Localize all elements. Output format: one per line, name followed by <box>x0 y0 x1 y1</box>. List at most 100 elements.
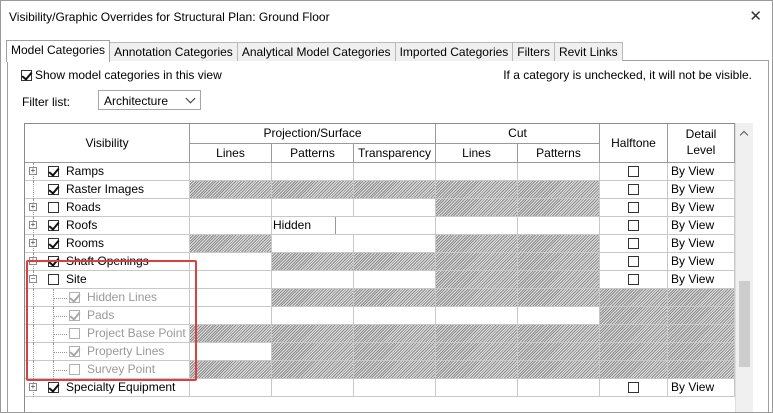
tab-annotation-categories[interactable]: Annotation Categories <box>109 42 238 61</box>
halftone-cell[interactable] <box>600 163 668 180</box>
halftone-checkbox[interactable] <box>628 274 639 285</box>
table-row[interactable]: + Rooms By View <box>25 235 735 253</box>
close-icon[interactable]: ✕ <box>749 7 762 25</box>
override-cell-cut-lines[interactable] <box>436 217 518 234</box>
override-cell-patterns[interactable]: Hidden <box>272 217 336 234</box>
expand-icon[interactable]: + <box>29 383 37 391</box>
override-cell-transparency[interactable] <box>354 235 436 252</box>
filter-list-select[interactable]: Architecture <box>98 90 201 110</box>
halftone-checkbox[interactable] <box>628 256 639 267</box>
override-cell-lines[interactable] <box>190 271 272 288</box>
override-cell-transparency[interactable] <box>354 307 436 324</box>
visibility-checkbox[interactable] <box>48 382 59 393</box>
tab-revit-links[interactable]: Revit Links <box>553 42 623 61</box>
scroll-up-icon[interactable] <box>739 130 749 140</box>
halftone-cell[interactable] <box>600 253 668 270</box>
dialog-title: Visibility/Graphic Overrides for Structu… <box>9 10 330 24</box>
override-cell-patterns[interactable] <box>272 163 354 180</box>
override-cell-lines[interactable] <box>190 199 272 216</box>
col-proj-patterns[interactable]: Patterns <box>272 144 354 163</box>
expand-icon[interactable]: + <box>29 203 37 211</box>
col-cut-lines[interactable]: Lines <box>436 144 518 163</box>
halftone-cell[interactable] <box>600 181 668 198</box>
override-cell-transparency[interactable] <box>354 379 436 396</box>
override-cell-patterns[interactable] <box>272 307 354 324</box>
vertical-scrollbar[interactable] <box>735 123 753 412</box>
visibility-checkbox[interactable] <box>48 238 59 249</box>
detail-level-cell[interactable]: By View <box>668 181 735 198</box>
tab-model-categories[interactable]: Model Categories <box>6 40 111 62</box>
override-cell-transparency[interactable] <box>354 217 436 234</box>
halftone-checkbox[interactable] <box>628 382 639 393</box>
override-cell-cut-lines[interactable] <box>436 307 518 324</box>
detail-level-cell[interactable]: By View <box>668 217 735 234</box>
visibility-checkbox[interactable] <box>48 184 59 195</box>
override-cell-transparency[interactable] <box>354 271 436 288</box>
override-cell-lines[interactable] <box>190 217 272 234</box>
visibility-checkbox[interactable] <box>48 166 59 177</box>
tab-analytical-model-categories[interactable]: Analytical Model Categories <box>236 42 396 61</box>
detail-level-cell[interactable]: By View <box>668 253 735 270</box>
tab-imported-categories[interactable]: Imported Categories <box>394 42 514 61</box>
override-cell-lines <box>190 235 272 252</box>
expand-icon[interactable]: + <box>29 167 37 175</box>
halftone-checkbox[interactable] <box>628 202 639 213</box>
detail-level-value: By View <box>671 236 715 250</box>
override-cell-patterns[interactable] <box>272 235 354 252</box>
col-detail-level[interactable]: Detail Level <box>668 124 735 163</box>
halftone-cell <box>600 361 668 378</box>
override-cell-lines[interactable] <box>190 163 272 180</box>
override-cell-lines[interactable] <box>190 307 272 324</box>
highlight-box <box>26 260 197 381</box>
expand-icon[interactable]: + <box>29 221 37 229</box>
tab-filters[interactable]: Filters <box>512 42 555 61</box>
detail-level-cell[interactable]: By View <box>668 199 735 216</box>
col-halftone[interactable]: Halftone <box>600 124 668 163</box>
override-cell-patterns[interactable] <box>272 271 354 288</box>
override-cell-lines[interactable] <box>190 379 272 396</box>
override-cell-transparency[interactable] <box>354 163 436 180</box>
table-row[interactable]: + Roofs Hidden By View <box>25 217 735 235</box>
detail-level-value: By View <box>671 164 715 178</box>
halftone-cell[interactable] <box>600 199 668 216</box>
halftone-checkbox[interactable] <box>628 184 639 195</box>
visibility-checkbox[interactable] <box>48 220 59 231</box>
halftone-cell[interactable] <box>600 235 668 252</box>
table-row[interactable]: + Roads By View <box>25 199 735 217</box>
scrollbar-thumb[interactable] <box>739 281 750 367</box>
override-cell-cut-lines[interactable] <box>436 379 518 396</box>
override-cell-lines[interactable] <box>190 343 272 360</box>
detail-level-cell[interactable]: By View <box>668 271 735 288</box>
visibility-checkbox[interactable] <box>48 202 59 213</box>
override-cell-transparency[interactable] <box>354 199 436 216</box>
halftone-cell[interactable] <box>600 379 668 396</box>
override-cell-lines[interactable] <box>190 253 272 270</box>
col-transparency[interactable]: Transparency <box>354 144 436 163</box>
halftone-checkbox[interactable] <box>628 220 639 231</box>
halftone-cell[interactable] <box>600 271 668 288</box>
col-proj-lines[interactable]: Lines <box>190 144 272 163</box>
expand-icon[interactable]: + <box>29 239 37 247</box>
table-row[interactable]: + Ramps By View <box>25 163 735 181</box>
override-cell-cut-patterns[interactable] <box>518 163 600 180</box>
override-cell-patterns[interactable] <box>272 199 354 216</box>
halftone-checkbox[interactable] <box>628 238 639 249</box>
show-model-categories[interactable]: Show model categories in this view <box>21 68 222 82</box>
override-cell-cut-patterns[interactable] <box>518 307 600 324</box>
table-row[interactable]: + Specialty Equipment By View <box>25 379 735 397</box>
col-visibility[interactable]: Visibility <box>25 124 190 163</box>
override-cell-cut-lines <box>436 235 518 252</box>
halftone-cell[interactable] <box>600 217 668 234</box>
detail-level-cell[interactable]: By View <box>668 379 735 396</box>
override-cell-lines[interactable] <box>190 289 272 306</box>
override-cell-cut-patterns[interactable] <box>518 379 600 396</box>
override-cell-cut-patterns[interactable] <box>518 217 600 234</box>
override-cell-cut-lines[interactable] <box>436 163 518 180</box>
detail-level-cell[interactable]: By View <box>668 235 735 252</box>
show-model-categories-checkbox[interactable] <box>21 69 32 81</box>
detail-level-cell[interactable]: By View <box>668 163 735 180</box>
col-cut-patterns[interactable]: Patterns <box>518 144 600 163</box>
halftone-checkbox[interactable] <box>628 166 639 177</box>
table-row[interactable]: Raster Images By View <box>25 181 735 199</box>
override-cell-patterns[interactable] <box>272 379 354 396</box>
